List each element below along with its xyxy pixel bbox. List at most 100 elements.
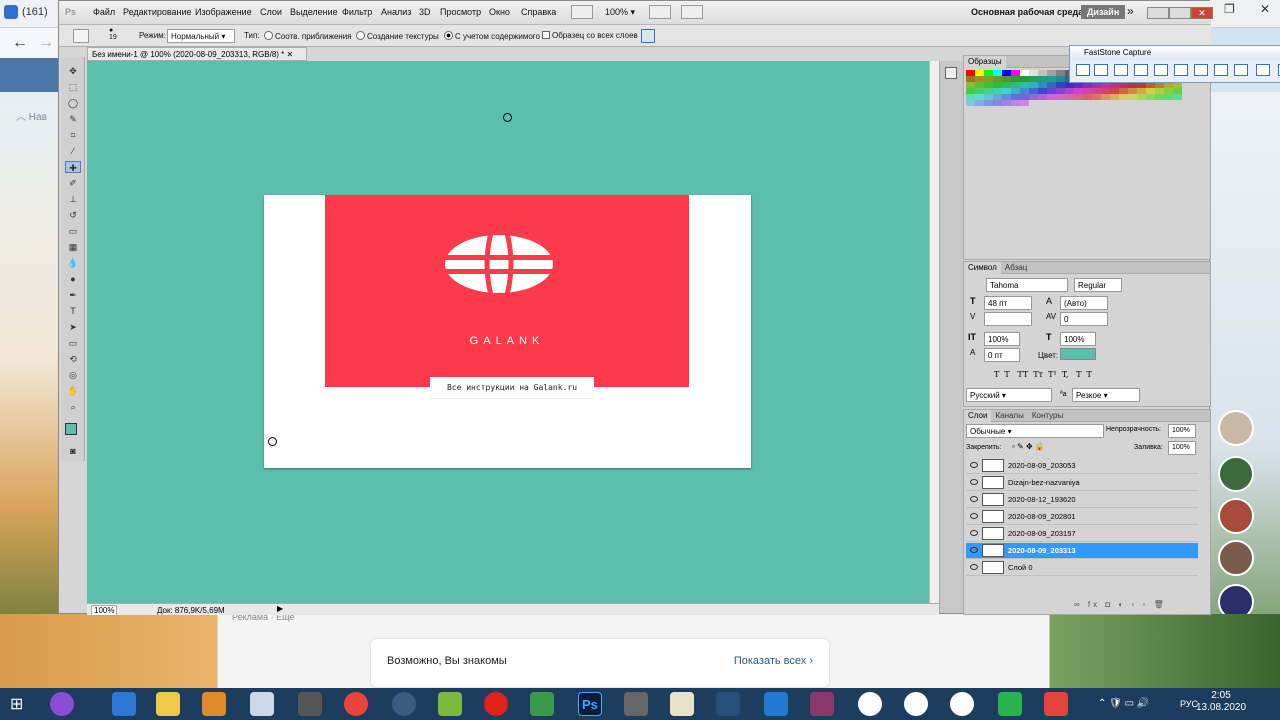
design-workspace-button[interactable]: Дизайн [1081,5,1126,19]
kerning-field[interactable] [984,312,1032,326]
shape-tool-icon[interactable]: ▭ [65,337,81,349]
menu-view[interactable]: Просмотр [440,7,481,17]
font-family-select[interactable]: Tahoma [986,278,1068,292]
swatch[interactable] [984,100,993,106]
media-player-icon[interactable] [202,692,226,716]
status-zoom[interactable]: 100% [91,605,118,616]
menu-image[interactable]: Изображение [195,7,252,17]
radio-proximity[interactable]: Соотв. приближения [264,31,352,41]
fs-output-icon[interactable] [1256,64,1270,76]
marquee-tool-icon[interactable]: ⬚ [65,81,81,93]
fs-fixed-icon[interactable] [1214,64,1228,76]
layer-row[interactable]: 2020-08-09_202801 [966,509,1198,525]
fs-fullscreen-icon[interactable] [1174,64,1188,76]
bluestacks-icon[interactable] [438,692,462,716]
text-color-swatch[interactable] [1060,348,1096,360]
tab-character[interactable]: Символ [964,262,1001,274]
j-app-icon[interactable] [904,692,928,716]
fs-scroll-icon[interactable] [1194,64,1208,76]
brush-tool-icon[interactable]: ✐ [65,177,81,189]
status-arrow-icon[interactable]: ▶ [277,604,283,613]
eyedropper-icon[interactable]: ⁄ [65,145,81,157]
document-tab[interactable]: Без имени-1 @ 100% (2020-08-09_203313, R… [87,47,307,61]
swatch[interactable] [1047,94,1056,100]
path-select-icon[interactable]: ➤ [65,321,81,333]
arrange-icon[interactable] [649,5,671,19]
tab-paragraph[interactable]: Абзац [1001,262,1031,274]
pc-icon[interactable] [624,692,648,716]
healing-brush-icon[interactable] [73,29,89,43]
photoshop-taskbar-icon[interactable]: Ps [578,692,602,716]
avatar[interactable] [1218,410,1254,446]
radio-texture[interactable]: Создание текстуры [356,31,439,41]
workspace-label[interactable]: Основная рабочая среда [971,7,1083,17]
visibility-eye-icon[interactable] [970,547,978,553]
hscale-field[interactable]: 100% [1060,332,1096,346]
font-size-field[interactable]: 48 пт [984,296,1032,310]
foreground-color-swatch[interactable] [65,423,77,435]
language-select[interactable]: Русский ▾ [966,388,1052,402]
hand-tool-icon[interactable]: ✋ [65,385,81,397]
layer-row[interactable]: 2020-08-09_203157 [966,526,1198,542]
forward-arrow-icon[interactable]: → [38,34,54,52]
leading-field[interactable]: (Авто) [1060,296,1108,310]
menu-3d[interactable]: 3D [419,7,431,17]
green-app-icon[interactable] [858,692,882,716]
menu-file[interactable]: Файл [93,7,115,17]
history-brush-icon[interactable]: ↺ [65,209,81,221]
quick-select-icon[interactable]: ✎ [65,113,81,125]
swatch[interactable] [1101,94,1110,100]
layer-row[interactable]: 2020-08-12_193620 [966,492,1198,508]
ie-icon[interactable] [112,692,136,716]
panel-icon[interactable] [945,67,957,79]
fs-window-icon[interactable] [1094,64,1108,76]
3d-orbit-icon[interactable]: ◎ [65,369,81,381]
vscale-field[interactable]: 100% [984,332,1020,346]
tab-layers[interactable]: Слои [964,410,992,422]
fs-freehand-icon[interactable] [1154,64,1168,76]
blend-mode-select[interactable]: Обычные ▾ [966,424,1104,438]
window-app-icon[interactable] [250,692,274,716]
swatch[interactable] [1155,94,1164,100]
screen-mode-icon[interactable] [571,5,593,19]
c-red-icon[interactable] [1044,692,1068,716]
vertical-scrollbar[interactable] [929,61,939,603]
swatch[interactable] [966,100,975,106]
avatar[interactable] [1218,498,1254,534]
tab-swatches[interactable]: Образцы [964,56,1006,68]
ip-icon[interactable] [716,692,740,716]
lock-icons[interactable]: ▫ ✎ ✥ 🔒 [1012,442,1045,451]
swatch[interactable] [1020,100,1029,106]
app-icon[interactable] [810,692,834,716]
visibility-eye-icon[interactable] [970,513,978,519]
browser-tab-title[interactable]: (161) [22,6,48,18]
swatch[interactable] [1137,94,1146,100]
swatch[interactable] [1146,94,1155,100]
c-green-icon[interactable] [998,692,1022,716]
zoom-tool-icon[interactable]: ⌕ [65,401,81,413]
visibility-eye-icon[interactable] [970,530,978,536]
visibility-eye-icon[interactable] [970,496,978,502]
mode-select[interactable]: Нормальный ▾ [167,29,235,43]
type-style-buttons[interactable]: T T TT Tт T¹ T, T T [994,370,1092,379]
visibility-eye-icon[interactable] [970,479,978,485]
type-tool-icon[interactable]: T [65,305,81,317]
sample-all-layers-checkbox[interactable]: Образец со всех слоев [542,31,638,40]
back-arrow-icon[interactable]: ← [12,34,28,52]
fs-rect-icon[interactable] [1134,64,1148,76]
layer-row[interactable]: 2020-08-09_203053 [966,458,1198,474]
pressure-icon[interactable] [641,29,655,43]
window-restore-icon[interactable]: ❐ ✕ [1216,0,1280,20]
swatch[interactable] [1065,94,1074,100]
explorer-icon[interactable] [156,692,180,716]
chrome-icon[interactable] [344,692,368,716]
menu-edit[interactable]: Редактирование [123,7,192,17]
menu-help[interactable]: Справка [521,7,556,17]
quick-mask-icon[interactable]: ◙ [65,445,81,457]
avatar[interactable] [1218,540,1254,576]
swatch[interactable] [1110,94,1119,100]
discord-icon[interactable] [298,692,322,716]
menu-filter[interactable]: Фильтр [342,7,372,17]
close-button[interactable]: ✕ [1191,7,1213,19]
baseline-field[interactable]: 0 пт [984,348,1020,362]
